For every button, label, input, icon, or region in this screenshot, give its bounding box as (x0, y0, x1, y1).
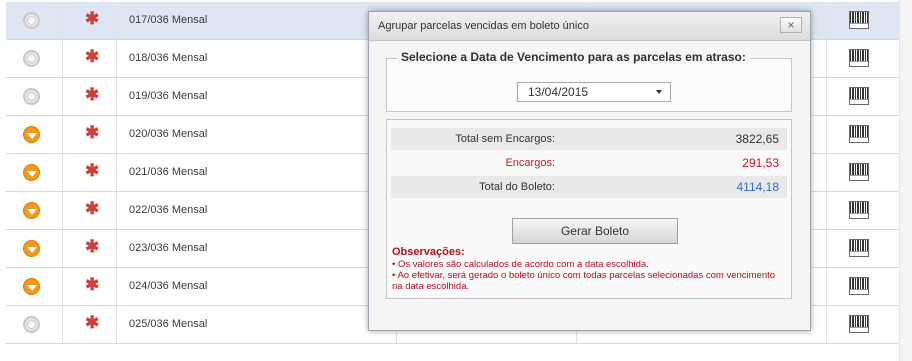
parcel-label: 021/036 Mensal (129, 166, 208, 178)
asterisk-icon: ✱ (85, 123, 100, 142)
encargos-value: 291,53 (742, 156, 779, 170)
barcode-icon[interactable] (849, 239, 869, 257)
parcel-label: 024/036 Mensal (129, 280, 208, 292)
mark-cell: ✱ (63, 154, 117, 191)
due-date-legend: Selecione a Data de Vencimento para as p… (397, 50, 750, 64)
total-sem-encargos-value: 3822,65 (735, 132, 779, 146)
total-sem-encargos-row: Total sem Encargos: 3822,65 (391, 128, 787, 150)
mark-cell: ✱ (63, 306, 117, 343)
encargos-row: Encargos: 291,53 (391, 152, 787, 174)
print-cell (827, 268, 900, 305)
encargos-label: Encargos: (505, 157, 555, 169)
parcel-label: 017/036 Mensal (129, 14, 208, 26)
parcel-cell: 023/036 Mensal (117, 230, 397, 267)
status-cell (6, 230, 63, 267)
barcode-icon[interactable] (849, 11, 869, 29)
status-cell (6, 2, 63, 39)
mark-cell: ✱ (63, 192, 117, 229)
overdue-arrow-icon[interactable] (23, 278, 40, 295)
mark-cell: ✱ (63, 2, 117, 39)
dialog-header: Agrupar parcelas vencidas em boleto únic… (369, 12, 810, 41)
status-cell (6, 154, 63, 191)
mark-cell: ✱ (63, 116, 117, 153)
mark-cell: ✱ (63, 40, 117, 77)
barcode-icon[interactable] (849, 49, 869, 67)
barcode-icon[interactable] (849, 201, 869, 219)
due-date-select[interactable]: 13/04/2015 (517, 82, 671, 102)
parcel-label: 022/036 Mensal (129, 204, 208, 216)
scrollbar[interactable] (899, 0, 912, 361)
asterisk-icon: ✱ (85, 9, 100, 28)
asterisk-icon: ✱ (85, 161, 100, 180)
status-cell (6, 192, 63, 229)
print-cell (827, 116, 900, 153)
inactive-circle-icon[interactable] (23, 50, 40, 67)
chevron-down-icon (656, 90, 662, 94)
gerar-boleto-button[interactable]: Gerar Boleto (512, 218, 678, 244)
parcel-cell: 024/036 Mensal (117, 268, 397, 305)
close-button[interactable]: × (780, 17, 802, 33)
parcel-cell: 020/036 Mensal (117, 116, 397, 153)
parcel-cell: 021/036 Mensal (117, 154, 397, 191)
print-cell (827, 2, 900, 39)
due-date-value: 13/04/2015 (528, 85, 589, 99)
status-cell (6, 40, 63, 77)
parcel-cell: 018/036 Mensal (117, 40, 397, 77)
barcode-icon[interactable] (849, 87, 869, 105)
asterisk-icon: ✱ (85, 85, 100, 104)
asterisk-icon: ✱ (85, 275, 100, 294)
parcel-cell: 019/036 Mensal (117, 78, 397, 115)
inactive-circle-icon[interactable] (23, 88, 40, 105)
barcode-icon[interactable] (849, 315, 869, 333)
mark-cell: ✱ (63, 230, 117, 267)
status-cell (6, 268, 63, 305)
total-boleto-value: 4114,18 (736, 180, 780, 194)
mark-cell: ✱ (63, 268, 117, 305)
asterisk-icon: ✱ (85, 199, 100, 218)
parcel-label: 019/036 Mensal (129, 90, 208, 102)
inactive-circle-icon[interactable] (23, 12, 40, 29)
status-cell (6, 78, 63, 115)
parcel-label: 023/036 Mensal (129, 242, 208, 254)
totals-box: Total sem Encargos: 3822,65 Encargos: 29… (386, 119, 792, 299)
status-cell (6, 116, 63, 153)
total-sem-encargos-label: Total sem Encargos: (455, 133, 555, 145)
parcel-label: 025/036 Mensal (129, 318, 208, 330)
observation-item: • Os valores são calculados de acordo co… (392, 259, 649, 270)
parcel-label: 018/036 Mensal (129, 52, 208, 64)
dialog-title: Agrupar parcelas vencidas em boleto únic… (378, 20, 589, 32)
overdue-arrow-icon[interactable] (23, 164, 40, 181)
due-date-fieldset: Selecione a Data de Vencimento para as p… (386, 50, 792, 112)
asterisk-icon: ✱ (85, 47, 100, 66)
overdue-arrow-icon[interactable] (23, 126, 40, 143)
status-cell (6, 306, 63, 343)
print-cell (827, 78, 900, 115)
barcode-icon[interactable] (849, 125, 869, 143)
mark-cell: ✱ (63, 78, 117, 115)
print-cell (827, 306, 900, 343)
observations-list: • Os valores são calculados de acordo co… (392, 259, 782, 292)
parcel-cell: 017/036 Mensal (117, 2, 397, 39)
group-installments-dialog: Agrupar parcelas vencidas em boleto únic… (368, 11, 811, 331)
print-cell (827, 40, 900, 77)
print-cell (827, 154, 900, 191)
asterisk-icon: ✱ (85, 313, 100, 332)
barcode-icon[interactable] (849, 163, 869, 181)
print-cell (827, 230, 900, 267)
parcel-cell: 022/036 Mensal (117, 192, 397, 229)
parcel-cell: 025/036 Mensal (117, 306, 397, 343)
parcel-label: 020/036 Mensal (129, 128, 208, 140)
overdue-arrow-icon[interactable] (23, 202, 40, 219)
total-boleto-row: Total do Boleto: 4114,18 (391, 176, 787, 198)
total-boleto-label: Total do Boleto: (479, 181, 555, 193)
asterisk-icon: ✱ (85, 237, 100, 256)
barcode-icon[interactable] (849, 277, 869, 295)
overdue-arrow-icon[interactable] (23, 240, 40, 257)
inactive-circle-icon[interactable] (23, 316, 40, 333)
print-cell (827, 192, 900, 229)
observation-item: • Ao efetivar, será gerado o boleto únic… (392, 270, 776, 292)
observations-title: Observações: (392, 246, 465, 258)
